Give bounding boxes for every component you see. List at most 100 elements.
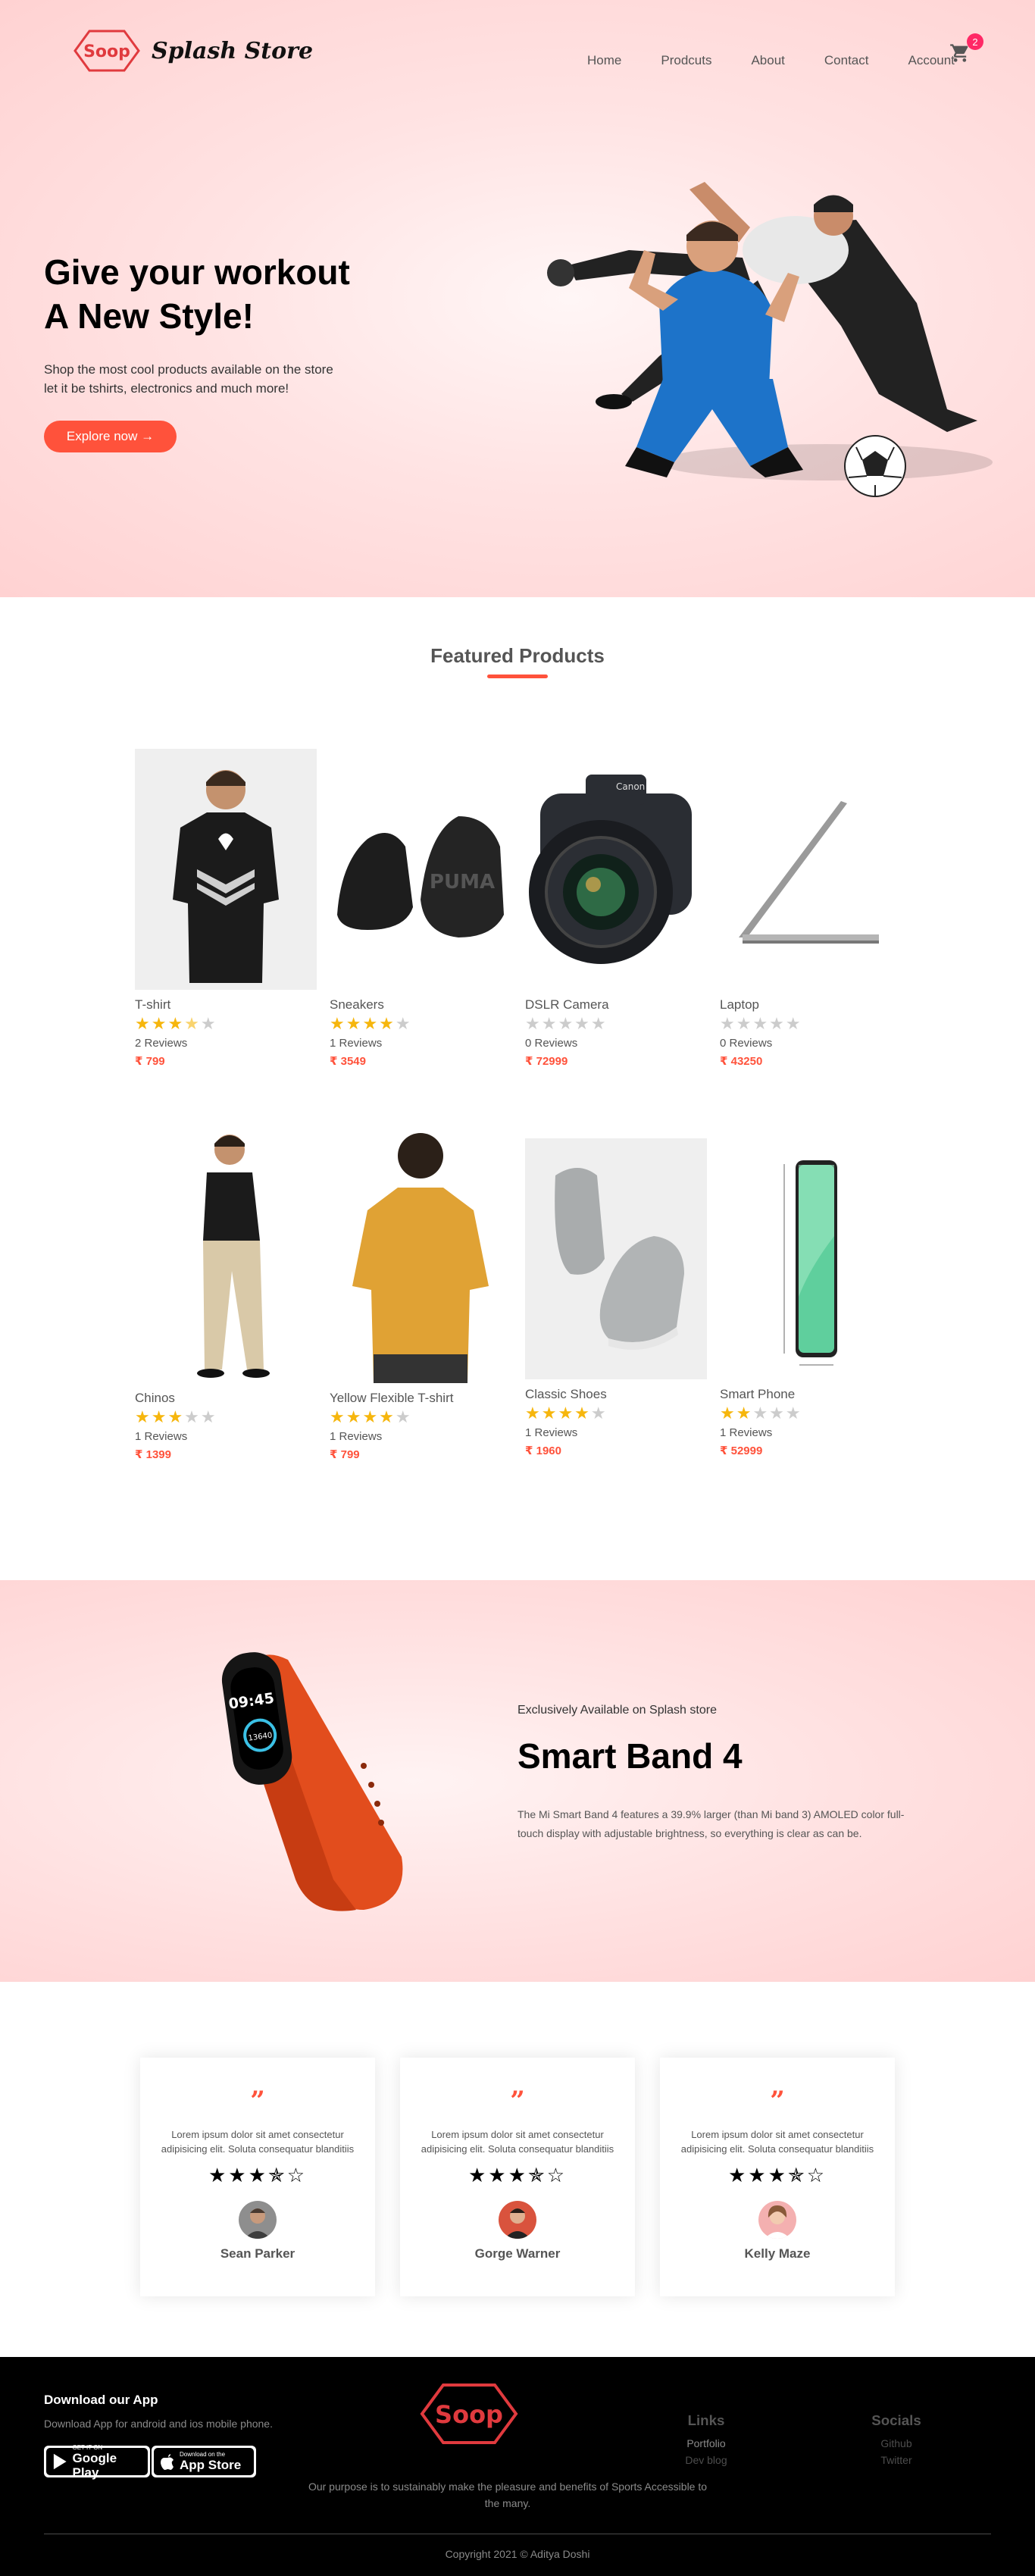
featured-products-title: Featured Products: [430, 644, 605, 667]
testimonial-name: Gorge Warner: [474, 2246, 561, 2261]
product-image-laptop[interactable]: [720, 749, 902, 990]
nav-account[interactable]: Account: [908, 53, 954, 68]
hero-title: Give your workout A New Style!: [44, 250, 438, 338]
product-price: ₹ 1399: [135, 1448, 171, 1461]
hero-title-line1: Give your workout: [44, 252, 350, 292]
cart-count-badge: 2: [967, 33, 983, 50]
product-card[interactable]: Classic Shoes ★★★★★ 1 Reviews ₹ 1960: [525, 1138, 707, 1457]
socials-title: Socials: [871, 2412, 921, 2428]
product-name[interactable]: Sneakers: [330, 997, 511, 1013]
explore-now-button[interactable]: Explore now →: [44, 421, 177, 452]
testimonial-text: Lorem ipsum dolor sit amet consectetur a…: [680, 2129, 874, 2155]
product-card[interactable]: Chinos ★★★★★ 1 Reviews ₹ 1399: [135, 1127, 317, 1461]
product-rating: ★★★★★: [525, 1014, 608, 1033]
app-store-big-text: App Store: [180, 2458, 242, 2472]
product-name[interactable]: Yellow Flexible T-shirt: [330, 1391, 511, 1406]
product-reviews: 2 Reviews: [135, 1037, 188, 1050]
offer-tagline: Exclusively Available on Splash store: [518, 1704, 717, 1717]
product-price: ₹ 799: [330, 1448, 360, 1461]
app-store-button[interactable]: Download on the App Store: [152, 2446, 256, 2477]
quote-icon: ”: [250, 2086, 265, 2116]
product-price: ₹ 3549: [330, 1055, 366, 1068]
offer-description: The Mi Smart Band 4 features a 39.9% lar…: [518, 1808, 905, 1839]
product-price: ₹ 43250: [720, 1055, 763, 1068]
product-price: ₹ 52999: [720, 1445, 763, 1457]
title-underline: [487, 675, 548, 678]
product-name[interactable]: Chinos: [135, 1391, 317, 1406]
product-card[interactable]: Laptop ★★★★★ 0 Reviews ₹ 43250: [720, 749, 902, 1068]
product-image-tshirt[interactable]: [135, 749, 317, 990]
testimonial-rating: ★★★✯☆: [727, 2164, 827, 2186]
product-card[interactable]: Yellow Flexible T-shirt ★★★★★ 1 Reviews …: [330, 1127, 511, 1461]
app-store-badge: Download on the App Store: [154, 2448, 254, 2475]
product-name[interactable]: DSLR Camera: [525, 997, 707, 1013]
product-image-classic-shoes[interactable]: [525, 1138, 707, 1379]
testimonial-rating: ★★★✯☆: [208, 2164, 308, 2186]
testimonial-name: Kelly Maze: [744, 2246, 811, 2261]
app-store-small-text: Download on the: [180, 2451, 226, 2458]
quote-icon: ”: [770, 2086, 785, 2116]
product-price: ₹ 72999: [525, 1055, 568, 1068]
hero-description: Shop the most cool products available on…: [44, 360, 377, 398]
footer-logo[interactable]: Soop: [419, 2382, 519, 2446]
footer-socials: Socials Github Twitter: [866, 2412, 927, 2468]
product-card[interactable]: T-shirt ★★★★★ 2 Reviews ₹ 799: [135, 749, 317, 1068]
logo-hexagon-icon: Soop: [73, 29, 141, 73]
copyright: Copyright 2021 © Aditya Doshi: [445, 2548, 590, 2560]
svg-text:Canon: Canon: [616, 781, 645, 792]
product-name[interactable]: Laptop: [720, 997, 902, 1013]
offer-section: [0, 1580, 1035, 1982]
testimonial-text: Lorem ipsum dolor sit amet consectetur a…: [161, 2129, 355, 2155]
product-rating: ★★★★★: [330, 1014, 412, 1033]
cart-button[interactable]: 2: [949, 33, 983, 65]
link-github[interactable]: Github: [866, 2435, 927, 2452]
product-reviews: 0 Reviews: [720, 1037, 773, 1050]
avatar: [758, 2201, 796, 2239]
download-app-title: Download our App: [44, 2393, 158, 2407]
link-portfolio[interactable]: Portfolio: [678, 2435, 734, 2452]
hero-football-players-image: [523, 159, 993, 523]
product-name[interactable]: Smart Phone: [720, 1387, 902, 1402]
nav-products[interactable]: Prodcuts: [661, 53, 711, 68]
product-reviews: 1 Reviews: [135, 1430, 188, 1443]
testimonial-text: Lorem ipsum dolor sit amet consectetur a…: [421, 2129, 614, 2155]
smart-band-image[interactable]: 09:45 13640: [212, 1629, 432, 1925]
google-play-small-text: GET IT ON: [72, 2443, 103, 2451]
product-reviews: 1 Reviews: [525, 1426, 578, 1439]
product-name[interactable]: T-shirt: [135, 997, 317, 1013]
hero-title-line2: A New Style!: [44, 296, 254, 336]
link-dev-blog[interactable]: Dev blog: [678, 2452, 734, 2468]
product-image-chinos[interactable]: [135, 1127, 317, 1383]
nav-about[interactable]: About: [751, 53, 784, 68]
google-play-badge: GET IT ON Google Play: [46, 2444, 148, 2480]
product-rating: ★★★★★: [720, 1404, 802, 1423]
product-image-sneakers[interactable]: PUMA: [330, 749, 511, 990]
product-image-yellow-tshirt[interactable]: [330, 1127, 511, 1383]
play-store-icon: [53, 2453, 67, 2470]
product-name[interactable]: Classic Shoes: [525, 1387, 707, 1402]
product-price: ₹ 799: [135, 1055, 165, 1068]
svg-text:Soop: Soop: [83, 42, 130, 61]
svg-text:Soop: Soop: [435, 2400, 503, 2429]
product-rating: ★★★★★: [330, 1407, 412, 1426]
product-price: ₹ 1960: [525, 1445, 561, 1457]
nav-home[interactable]: Home: [587, 53, 621, 68]
product-card[interactable]: Smart Phone ★★★★★ 1 Reviews ₹ 52999: [720, 1138, 902, 1457]
brand-logo[interactable]: Soop Splash Store: [73, 29, 313, 73]
google-play-button[interactable]: GET IT ON Google Play: [44, 2444, 150, 2480]
product-rating: ★★★★★: [525, 1404, 608, 1423]
testimonial-card: ” Lorem ipsum dolor sit amet consectetur…: [400, 2058, 635, 2296]
product-reviews: 1 Reviews: [330, 1037, 383, 1050]
product-card[interactable]: PUMA Sneakers ★★★★★ 1 Reviews ₹ 3549: [330, 749, 511, 1068]
avatar: [239, 2201, 277, 2239]
product-image-smart-phone[interactable]: [720, 1138, 902, 1379]
product-card[interactable]: Canon DSLR Camera ★★★★★ 0 Reviews ₹ 7299…: [525, 749, 707, 1068]
footer-purpose: Our purpose is to sustainably make the p…: [308, 2481, 708, 2509]
nav-contact[interactable]: Contact: [824, 53, 869, 68]
testimonial-name: Sean Parker: [220, 2246, 295, 2261]
product-image-dslr-camera[interactable]: Canon: [525, 749, 707, 990]
svg-text:PUMA: PUMA: [430, 871, 495, 894]
testimonial-card: ” Lorem ipsum dolor sit amet consectetur…: [660, 2058, 895, 2296]
links-title: Links: [687, 2412, 725, 2428]
link-twitter[interactable]: Twitter: [866, 2452, 927, 2468]
